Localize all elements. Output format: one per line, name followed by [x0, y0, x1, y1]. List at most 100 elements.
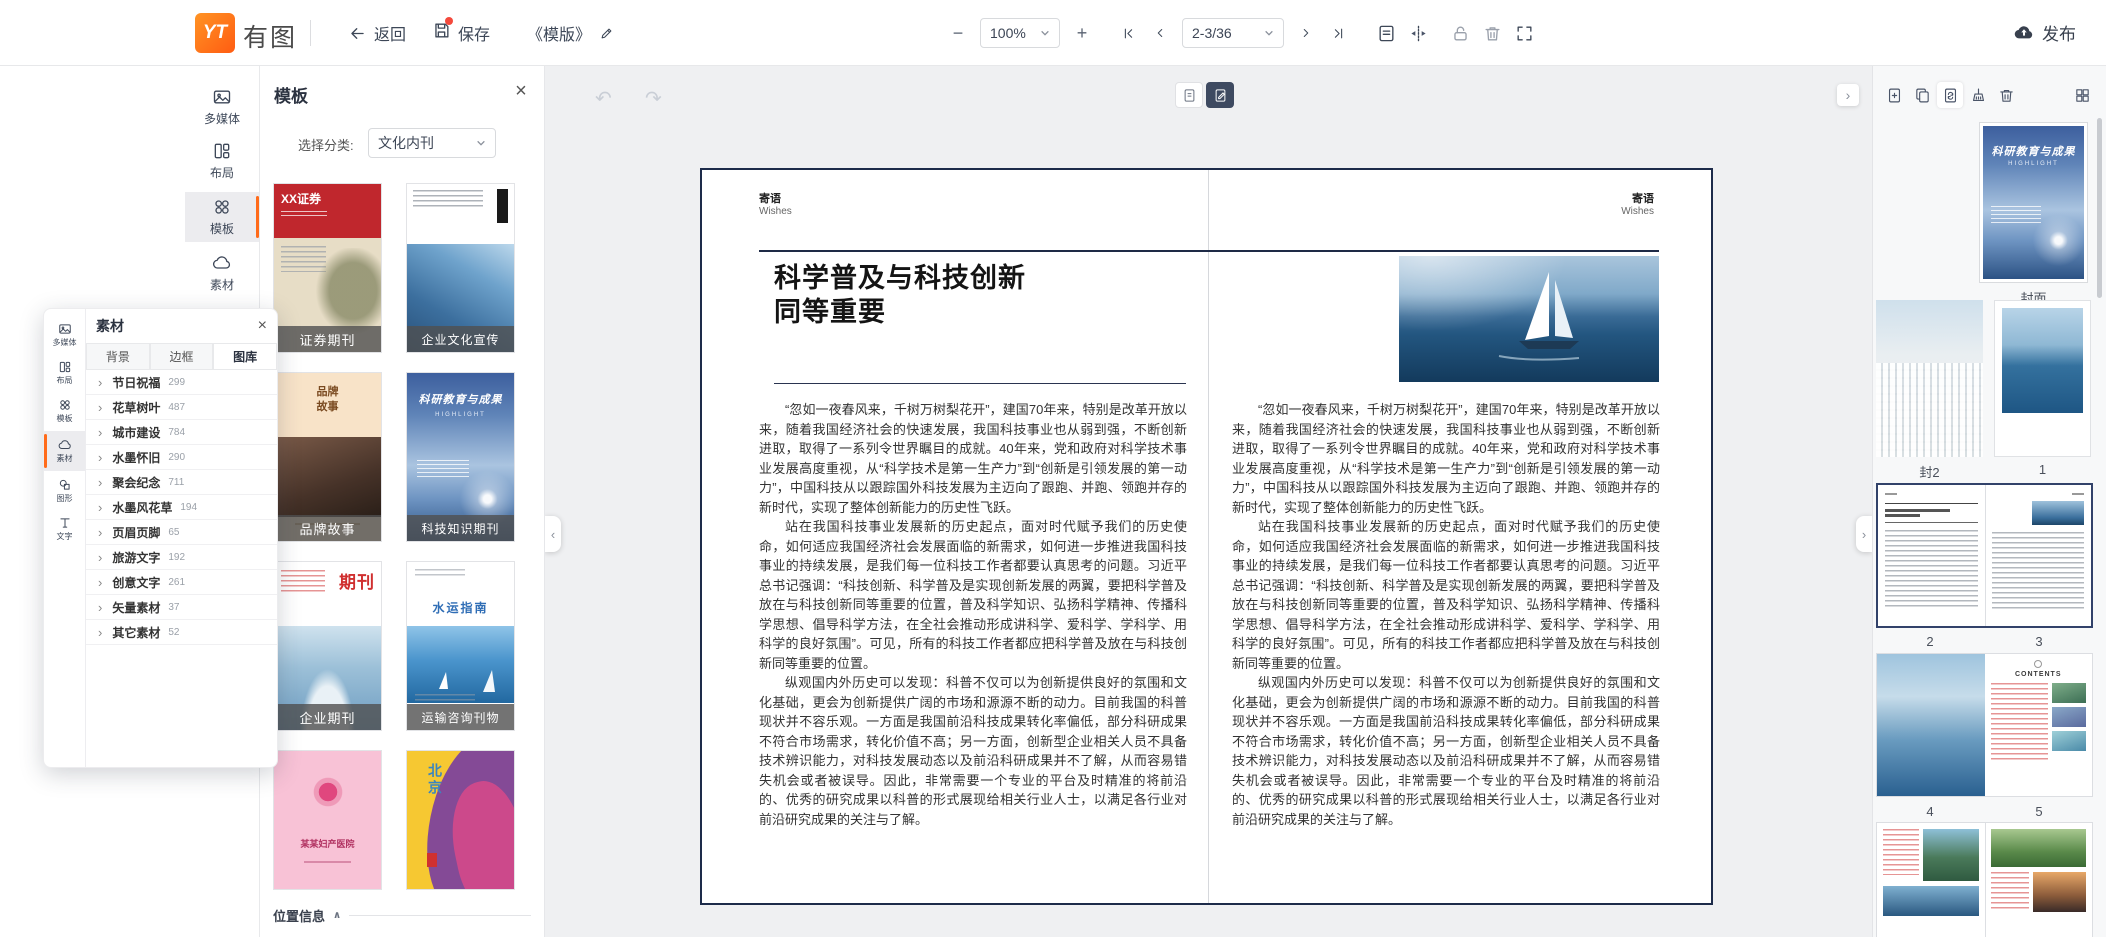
grid-view-button[interactable]: [2069, 82, 2095, 108]
scrollbar-thumb[interactable]: [2097, 118, 2102, 298]
undo-button[interactable]: ↶: [595, 86, 612, 111]
article-text-right[interactable]: “忽如一夜春风来，千树万树梨花开”，建国70年来，特别是改革开放以来，随着我国经…: [1232, 400, 1660, 850]
chevron-right-icon: ›: [98, 526, 102, 539]
asset-category-row[interactable]: ›旅游文字192: [86, 545, 277, 570]
asset-category-row[interactable]: ›创意文字261: [86, 570, 277, 595]
unsaved-dot: [445, 17, 453, 25]
page-thumb-2-3-selected[interactable]: [1876, 483, 2093, 628]
zoom-out-button[interactable]: −: [948, 20, 968, 46]
template-thumb-beijing[interactable]: 北京: [406, 750, 515, 890]
replace-page-button[interactable]: [1937, 82, 1963, 108]
next-page-button[interactable]: [1296, 20, 1316, 46]
asset-category-list: ›节日祝福299 ›花草树叶487 ›城市建设784 ›水墨怀旧290 ›聚会纪…: [86, 370, 277, 767]
asset-category-row[interactable]: ›水墨风花草194: [86, 495, 277, 520]
fullscreen-button[interactable]: [1514, 20, 1534, 46]
mini-rail-shapes[interactable]: 图形: [44, 473, 85, 509]
asset-category-row[interactable]: ›水墨怀旧290: [86, 445, 277, 470]
mini-rail-assets[interactable]: 素材: [44, 431, 85, 471]
asset-category-row[interactable]: ›聚会纪念711: [86, 470, 277, 495]
sailboat-photo[interactable]: [1399, 256, 1659, 382]
sidebar-item-assets[interactable]: 素材: [185, 250, 259, 296]
single-page-view-button[interactable]: [1175, 82, 1203, 108]
clear-page-button[interactable]: [1965, 82, 1991, 108]
asset-category-row[interactable]: ›其它素材52: [86, 620, 277, 645]
collapse-left-panel-handle[interactable]: ‹: [545, 516, 561, 552]
template-thumb-corporate-culture[interactable]: 企业文化宣传: [406, 183, 515, 353]
template-thumb-brand-story[interactable]: 品牌故事 品牌故事: [273, 372, 382, 542]
mini-rail-multimedia[interactable]: 多媒体: [44, 317, 85, 353]
page-select[interactable]: 2-3/36: [1182, 18, 1284, 48]
add-page-button[interactable]: [1881, 82, 1907, 108]
category-select[interactable]: 文化内刊: [368, 128, 496, 158]
redo-button[interactable]: ↷: [645, 86, 662, 111]
prev-page-button[interactable]: [1150, 20, 1170, 46]
save-button[interactable]: 保存: [432, 18, 490, 48]
tab-border[interactable]: 边框: [150, 343, 214, 369]
page-thumb-4-5[interactable]: CONTENTS: [1876, 653, 2093, 797]
article-title[interactable]: 科学普及与科技创新 同等重要: [774, 262, 1026, 330]
page-settings-button[interactable]: [1376, 20, 1396, 46]
template-thumb-shipping-guide[interactable]: 水运指南 运输咨询刊物: [406, 561, 515, 731]
delete-button[interactable]: [1482, 20, 1502, 46]
document-spread[interactable]: 寄语 Wishes 科学普及与科技创新 同等重要 “忽如一夜春风来，千树万树梨花…: [700, 168, 1713, 905]
chevron-right-icon: ›: [98, 451, 102, 464]
page-thumb-back2[interactable]: [1876, 300, 1983, 457]
tab-background[interactable]: 背景: [86, 343, 150, 369]
mini-rail-layout[interactable]: 布局: [44, 355, 85, 391]
lock-button[interactable]: [1450, 20, 1470, 46]
sidebar-label: 布局: [210, 164, 234, 181]
template-label: 科技知识期刊: [407, 515, 514, 541]
page-label: 封2: [1876, 462, 1983, 481]
article-text-left[interactable]: “忽如一夜春风来，千树万树梨花开”，建国70年来，特别是改革开放以来，随着我国经…: [759, 400, 1187, 850]
chevron-right-icon: ›: [98, 501, 102, 514]
layout-icon: [58, 360, 72, 374]
spread-edit-view-button[interactable]: [1206, 82, 1234, 108]
close-icon[interactable]: ×: [258, 317, 267, 335]
chevron-right-icon: ›: [98, 601, 102, 614]
zoom-in-button[interactable]: +: [1072, 20, 1092, 46]
template-thumb-hospital[interactable]: 某某妇产医院: [273, 750, 382, 890]
arrow-left-icon: [348, 24, 367, 43]
page-header: 寄语 Wishes: [759, 190, 792, 217]
chevron-right-icon: ›: [98, 426, 102, 439]
asset-category-row[interactable]: ›城市建设784: [86, 420, 277, 445]
sidebar-item-layout[interactable]: 布局: [185, 138, 259, 184]
close-icon[interactable]: ×: [510, 80, 532, 102]
last-page-button[interactable]: [1328, 20, 1348, 46]
editor-canvas: ↶ ↷ › 寄语 Wishes 科学普及与科技创新 同等重要 “忽如一夜春风来，…: [545, 66, 1872, 937]
template-thumb-securities[interactable]: XX证券 证券期刊: [273, 183, 382, 353]
mini-rail-text[interactable]: 文字: [44, 511, 85, 547]
expand-right-panel-button[interactable]: ›: [1837, 84, 1859, 106]
zoom-select[interactable]: 100%: [980, 18, 1060, 48]
save-icon: [432, 21, 451, 45]
template-thumb-science-journal[interactable]: 科研教育与成果 HIGHLIGHT 科技知识期刊: [406, 372, 515, 542]
page-icon: [1182, 88, 1197, 103]
expand-right-panel-handle[interactable]: ›: [1856, 516, 1872, 552]
page-thumb-6-7[interactable]: [1876, 822, 2093, 937]
back-button[interactable]: 返回: [348, 18, 406, 48]
template-icon: [212, 197, 232, 217]
asset-category-row[interactable]: ›节日祝福299: [86, 370, 277, 395]
publish-button[interactable]: 发布: [2013, 16, 2076, 48]
asset-category-row[interactable]: ›矢量素材37: [86, 595, 277, 620]
cover-title: XX证券: [281, 190, 374, 207]
tab-gallery[interactable]: 图库: [213, 343, 277, 369]
asset-panel-title: 素材: [96, 316, 124, 336]
mirror-align-button[interactable]: [1408, 20, 1428, 46]
rename-pencil-icon[interactable]: [599, 26, 614, 41]
sail-shape: [439, 672, 448, 689]
first-page-button[interactable]: [1118, 20, 1138, 46]
duplicate-page-button[interactable]: [1909, 82, 1935, 108]
sidebar-item-template[interactable]: 模板: [185, 192, 259, 242]
position-info-toggle[interactable]: 位置信息 ∧: [273, 906, 531, 925]
canvas-toolbar: − 100% + 2-3/36: [948, 0, 1534, 66]
mini-rail-template[interactable]: 模板: [44, 393, 85, 429]
asset-category-row[interactable]: ›页眉页脚65: [86, 520, 277, 545]
asset-category-row[interactable]: ›花草树叶487: [86, 395, 277, 420]
sidebar-item-multimedia[interactable]: 多媒体: [185, 84, 259, 130]
page-thumb-1[interactable]: [1994, 300, 2091, 457]
template-thumb-enterprise-journal[interactable]: 期刊 企业期刊: [273, 561, 382, 731]
delete-page-button[interactable]: [1993, 82, 2019, 108]
page-thumb-cover[interactable]: 科研教育与成果 HIGHLIGHT: [1979, 122, 2088, 283]
page-label: 2: [1876, 634, 1984, 649]
